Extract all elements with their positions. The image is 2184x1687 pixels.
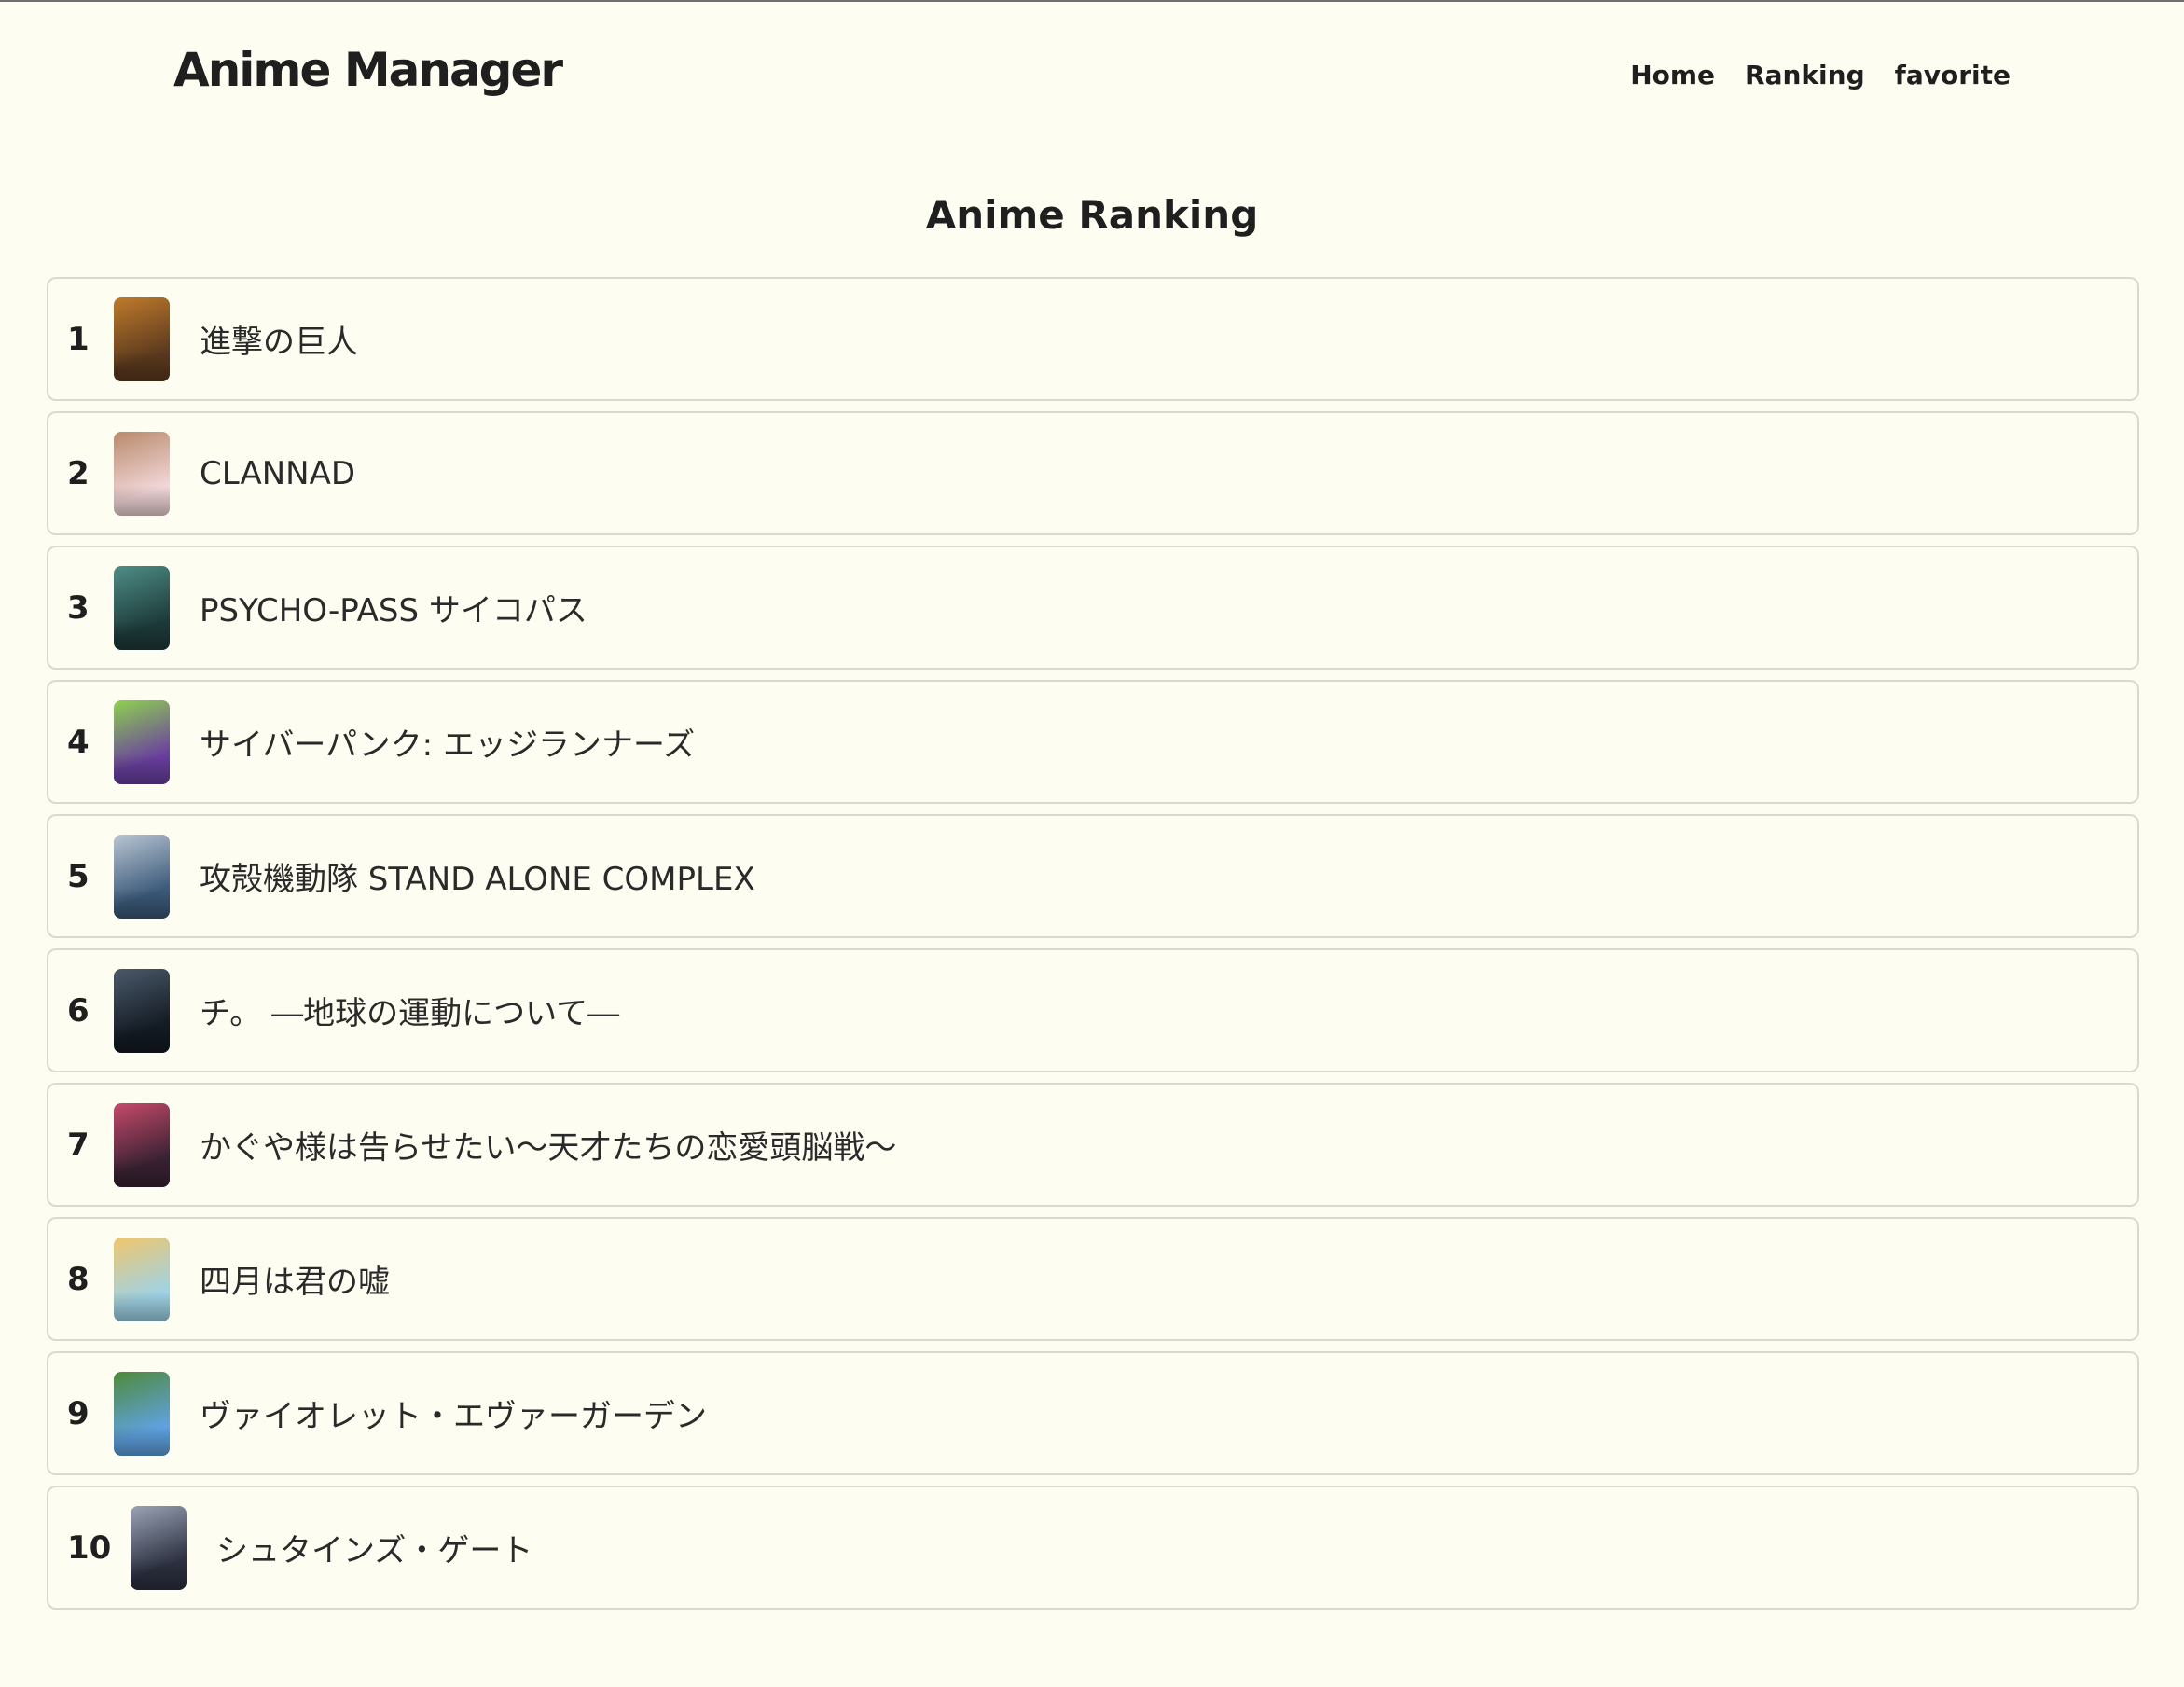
anime-title: ヴァイオレット・エヴァーガーデン [200,1398,707,1435]
main-nav: Home Ranking favorite [1630,60,2011,90]
rank-number: 10 [67,1528,112,1567]
anime-title: 進撃の巨人 [200,324,358,361]
rank-number: 5 [67,857,90,895]
rank-number: 8 [67,1260,90,1298]
anime-poster-image [114,1237,170,1321]
rank-number: 4 [67,723,90,761]
ranking-item[interactable]: 10 シュタインズ・ゲート [47,1486,2139,1610]
anime-poster-image [114,834,170,919]
ranking-item[interactable]: 1 進撃の巨人 [47,277,2139,401]
nav-favorite-link[interactable]: favorite [1895,60,2011,90]
nav-home-link[interactable]: Home [1630,60,1715,90]
rank-number: 6 [67,991,90,1030]
ranking-item[interactable]: 2 CLANNAD [47,411,2139,535]
rank-number: 3 [67,588,90,627]
anime-title: 攻殻機動隊 STAND ALONE COMPLEX [200,861,755,898]
ranking-item[interactable]: 8 四月は君の嘘 [47,1217,2139,1341]
ranking-list: 1 進撃の巨人 2 CLANNAD 3 PSYCHO-PASS サイコパス 4 … [47,277,2139,1620]
ranking-item[interactable]: 7 かぐや様は告らせたい～天才たちの恋愛頭脳戦～ [47,1083,2139,1207]
anime-poster-image [131,1505,187,1590]
rank-number: 9 [67,1394,90,1432]
anime-poster-image [114,431,170,516]
anime-title: サイバーパンク: エッジランナーズ [200,726,696,764]
anime-poster-image [114,1371,170,1456]
brand-logo[interactable]: Anime Manager [173,43,563,97]
rank-number: 2 [67,454,90,492]
page-title: Anime Ranking [925,192,1259,238]
rank-number: 7 [67,1126,90,1164]
anime-title: 四月は君の嘘 [200,1264,390,1301]
anime-title: チ。 ―地球の運動について― [200,995,620,1032]
anime-poster-image [114,968,170,1053]
ranking-item[interactable]: 3 PSYCHO-PASS サイコパス [47,546,2139,670]
anime-title: かぐや様は告らせたい～天才たちの恋愛頭脳戦～ [200,1129,897,1167]
anime-title: PSYCHO-PASS サイコパス [200,592,587,629]
ranking-item[interactable]: 5 攻殻機動隊 STAND ALONE COMPLEX [47,814,2139,938]
anime-poster-image [114,297,170,381]
ranking-item[interactable]: 6 チ。 ―地球の運動について― [47,948,2139,1072]
nav-ranking-link[interactable]: Ranking [1745,60,1865,90]
rank-number: 1 [67,320,90,358]
ranking-item[interactable]: 9 ヴァイオレット・エヴァーガーデン [47,1351,2139,1475]
anime-poster-image [114,1102,170,1187]
anime-title: シュタインズ・ゲート [216,1532,533,1569]
anime-poster-image [114,699,170,784]
anime-poster-image [114,565,170,650]
site-header: Anime Manager Home Ranking favorite [0,0,2184,159]
ranking-item[interactable]: 4 サイバーパンク: エッジランナーズ [47,680,2139,804]
anime-title: CLANNAD [200,454,356,492]
